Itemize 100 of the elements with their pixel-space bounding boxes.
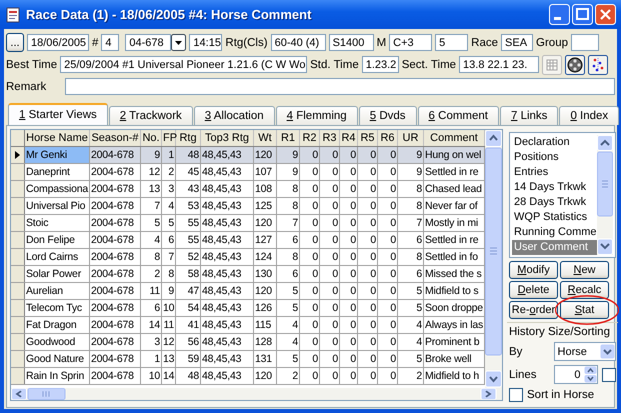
checkbox[interactable] <box>602 368 616 382</box>
table-cell: 4 <box>277 334 300 350</box>
action-button[interactable]: New <box>560 261 609 279</box>
column-header[interactable]: R6 <box>378 130 398 146</box>
table-row[interactable]: Daneprint 2004-678 12 2 45 48,45,43 107 9 0 0 0 0 0 9 Settled in re <box>11 164 485 181</box>
tab[interactable]: 2 Trackwork <box>108 106 193 125</box>
lines-spinner[interactable]: 0 <box>554 365 598 384</box>
list-item[interactable]: Declaration <box>512 135 597 150</box>
tab[interactable]: 4 Flemming <box>276 106 358 125</box>
row-header <box>11 283 25 299</box>
table-row[interactable]: Compassiona 2004-678 13 3 43 48,45,43 108 8 0 0 0 0 0 8 Chased lead <box>11 181 485 198</box>
table-row[interactable]: Don Felipe 2004-678 4 6 55 48,45,43 127 6 0 0 0 0 0 6 Settled in re <box>11 232 485 249</box>
list-item[interactable]: 28 Days Trkwk <box>512 195 597 210</box>
table-row[interactable]: Mr Genki 2004-678 9 1 48 48,45,43 120 9 0 0 0 0 0 9 Hung on wel <box>11 147 485 164</box>
remark-field[interactable] <box>65 78 615 95</box>
table-cell: 4 <box>398 334 424 350</box>
checkbox[interactable] <box>509 388 523 402</box>
group-field[interactable] <box>571 34 599 51</box>
vertical-scrollbar[interactable] <box>596 135 613 255</box>
distance-field[interactable]: S1400 <box>328 34 374 51</box>
table-row[interactable]: Universal Pio 2004-678 7 4 53 48,45,43 125 8 0 0 0 0 0 8 Never far of <box>11 198 485 215</box>
close-icon[interactable] <box>595 4 616 25</box>
table-cell: 9 <box>162 283 176 299</box>
column-header[interactable]: Top3 Rtg <box>201 130 254 146</box>
sect-time-field[interactable]: 13.8 22.1 23. <box>459 56 540 73</box>
browse-button[interactable]: ... <box>6 33 24 52</box>
tab[interactable]: 0 Index <box>559 106 620 125</box>
table-cell: Goodwood <box>25 334 90 350</box>
table-cell: 120 <box>254 368 277 384</box>
course-field[interactable]: C+3 <box>389 34 432 51</box>
table-cell: 7 <box>398 215 424 231</box>
action-button[interactable]: Stat <box>560 301 609 319</box>
sort-dropdown[interactable]: Horse <box>554 342 616 361</box>
list-item[interactable]: Running Comme <box>512 225 597 240</box>
table-cell: 43 <box>176 181 201 197</box>
table-cell: 0 <box>378 368 398 384</box>
column-header[interactable]: R4 <box>340 130 358 146</box>
column-header[interactable]: Season-# <box>90 130 141 146</box>
table-row[interactable]: Rain In Sprin 2004-678 10 14 48 48,45,43 120 2 0 0 0 0 0 2 Midfield to h <box>11 368 485 385</box>
tab[interactable]: 6 Comment <box>418 106 499 125</box>
table-cell: 48,45,43 <box>201 232 254 248</box>
table-row[interactable]: Good Nature 2004-678 1 13 59 48,45,43 131 5 0 0 0 0 0 5 Broke well <box>11 351 485 368</box>
table-row[interactable]: Fat Dragon 2004-678 14 11 41 48,45,43 115 4 0 0 0 0 0 4 Always in las <box>11 317 485 334</box>
column-header[interactable]: FP <box>162 130 176 146</box>
column-header[interactable]: No. <box>141 130 162 146</box>
date-field[interactable]: 18/06/2005 <box>27 34 89 51</box>
table-row[interactable]: Aurelian 2004-678 11 9 47 48,45,43 120 5 0 0 0 0 0 5 Midfield to s <box>11 283 485 300</box>
list-item[interactable]: Positions <box>512 150 597 165</box>
table-cell: 0 <box>320 317 340 333</box>
action-button[interactable]: Recalc <box>560 281 609 299</box>
column-header[interactable]: R2 <box>300 130 320 146</box>
list-item[interactable]: 14 Days Trkwk <box>512 180 597 195</box>
caret-icon[interactable] <box>600 344 615 359</box>
table-row[interactable]: Solar Power 2004-678 2 8 58 48,45,43 130 6 0 0 0 0 0 6 Missed the s <box>11 266 485 283</box>
table-cell: 56 <box>176 334 201 350</box>
tab[interactable]: 5 Dvds <box>358 106 417 125</box>
table-cell: 0 <box>378 164 398 180</box>
race-field[interactable]: SEA <box>501 34 534 51</box>
column-header[interactable]: R5 <box>358 130 378 146</box>
table-cell: 0 <box>358 198 378 214</box>
column-header[interactable]: Rtg <box>176 130 201 146</box>
vertical-scrollbar[interactable] <box>485 130 502 388</box>
film-reel-icon[interactable] <box>565 54 586 74</box>
tab[interactable]: 3 Allocation <box>194 106 275 125</box>
scatter-icon[interactable] <box>588 54 608 74</box>
table-row[interactable]: Lord Cairns 2004-678 8 7 52 48,45,43 124 8 0 0 0 0 0 8 Settled in fo <box>11 249 485 266</box>
action-button[interactable]: Modify <box>509 261 558 279</box>
rating-field[interactable]: 60-40 (4) <box>270 34 326 51</box>
number-field[interactable]: 4 <box>101 34 120 51</box>
table-cell: 11 <box>162 317 176 333</box>
horizontal-scrollbar[interactable] <box>11 388 502 400</box>
list-item[interactable]: WQP Statistics <box>512 210 597 225</box>
table-row[interactable]: Goodwood 2004-678 3 12 56 48,45,43 128 4 0 0 0 0 0 4 Prominent b <box>11 334 485 351</box>
std-time-field[interactable]: 1.23.2 <box>362 56 399 73</box>
time-field[interactable]: 14:15 <box>189 34 222 51</box>
tab[interactable]: 1 Starter Views <box>8 103 108 125</box>
action-button[interactable]: Delete <box>509 281 558 299</box>
list-item[interactable]: Entries <box>512 165 597 180</box>
column-header[interactable]: Wt <box>254 130 277 146</box>
column-header[interactable]: UR <box>398 130 424 146</box>
best-time-field[interactable]: 25/09/2004 #1 Universal Pioneer 1.21.6 (C W Wo <box>60 56 308 73</box>
column-header[interactable]: Horse Name <box>25 130 90 146</box>
action-button[interactable]: Re-order <box>509 301 558 319</box>
table-row[interactable]: Telecom Tyc 2004-678 6 10 54 48,45,43 126 5 0 0 0 0 0 5 Soon droppe <box>11 300 485 317</box>
input-field[interactable]: 5 <box>435 34 468 51</box>
column-header[interactable]: R3 <box>320 130 340 146</box>
list-item[interactable]: User Comment <box>512 240 597 255</box>
minimize-icon[interactable] <box>549 4 570 25</box>
season-field[interactable]: 04-678 <box>125 34 172 51</box>
table-cell: 0 <box>300 351 320 367</box>
table-cell: 0 <box>300 334 320 350</box>
maximize-icon[interactable] <box>572 4 593 25</box>
table-cell: Good Nature <box>25 351 90 367</box>
tab[interactable]: 7 Links <box>500 106 558 125</box>
spinner-arrows-icon[interactable] <box>584 366 597 383</box>
dropdown-icon[interactable] <box>171 34 186 51</box>
number-label: # <box>92 36 98 48</box>
sect-time-label: Sect. Time <box>402 58 456 70</box>
column-header[interactable]: R1 <box>277 130 300 146</box>
table-row[interactable]: Stoic 2004-678 5 5 55 48,45,43 120 7 0 0 0 0 0 7 Mostly in mi <box>11 215 485 232</box>
